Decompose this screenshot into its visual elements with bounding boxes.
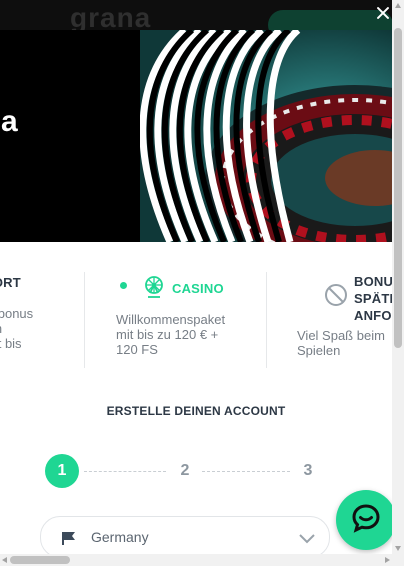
horizontal-scroll-thumb[interactable] — [10, 556, 70, 564]
roulette-hero-image — [0, 30, 392, 242]
selected-dot-icon — [120, 282, 127, 289]
vertical-scrollbar[interactable] — [392, 0, 404, 554]
ferris-wheel-icon — [142, 275, 166, 302]
site-header: grana — [0, 0, 404, 40]
feature-casino-desc: Willkommenspaket mit bis zu 120 € + 120 … — [116, 312, 226, 357]
step-3[interactable]: 3 — [291, 454, 325, 488]
live-chat-button[interactable] — [336, 490, 396, 550]
step-connector — [84, 471, 166, 472]
country-select[interactable]: Germany — [40, 516, 330, 556]
step-2[interactable]: 2 — [168, 454, 202, 488]
feature-casino[interactable]: CASINO Willkommenspaket mit bis zu 120 €… — [116, 275, 256, 375]
hero-title: ana n — [0, 105, 18, 164]
account-section-title: ERSTELLE DEINEN ACCOUNT — [106, 404, 286, 418]
country-value: Germany — [91, 529, 149, 545]
flag-icon — [61, 531, 77, 550]
feature-sport[interactable]: PORT nsbonus ten mit bis — [0, 275, 74, 375]
feature-bonus-desc: Viel Spaß beim Spielen — [297, 328, 385, 358]
vertical-scroll-thumb[interactable] — [394, 28, 402, 348]
scroll-up-arrow-icon[interactable] — [395, 3, 401, 8]
feature-bonus-later[interactable]: BONU SPÄTE ANFO Viel Spaß beim Spielen — [297, 273, 392, 373]
feature-bonus-title: BONU SPÄTE ANFO — [354, 274, 392, 323]
chevron-down-icon — [299, 531, 315, 549]
signup-modal: ana n PORT nsbonus ten mit bis — [0, 30, 392, 556]
feature-divider — [266, 272, 267, 368]
step-connector — [202, 471, 290, 472]
hero-title-line1: ana — [0, 105, 18, 138]
hero-title-line2: n — [0, 136, 18, 164]
hero-banner: ana n — [0, 30, 392, 242]
no-sign-icon — [324, 283, 348, 310]
feature-sport-desc: nsbonus ten mit bis — [0, 306, 34, 351]
feature-divider — [84, 272, 85, 368]
chat-bubble-icon — [351, 503, 381, 538]
feature-sport-title: PORT — [0, 275, 21, 290]
horizontal-scrollbar[interactable] — [0, 554, 404, 566]
scroll-down-arrow-icon[interactable] — [395, 546, 401, 551]
signup-stepper: 1 2 3 — [0, 454, 392, 490]
scroll-right-arrow-icon[interactable] — [385, 557, 390, 563]
step-1[interactable]: 1 — [45, 454, 79, 488]
scroll-left-arrow-icon[interactable] — [2, 557, 7, 563]
feature-casino-title: CASINO — [172, 281, 224, 296]
close-icon[interactable] — [376, 6, 390, 20]
